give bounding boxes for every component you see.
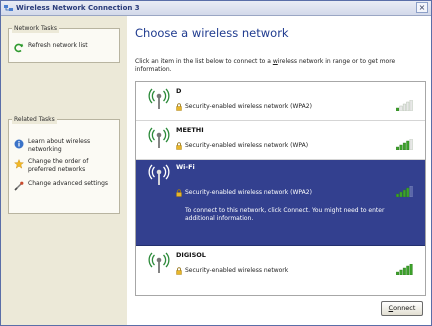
signal-bar — [399, 191, 403, 197]
refresh-network-list-task[interactable]: Refresh network list — [14, 42, 118, 53]
wireless-network-window: Wireless Network Connection 3 × Network … — [0, 0, 432, 326]
close-button[interactable]: × — [416, 2, 428, 13]
learn-wireless-label: Learn about wireless networking — [28, 138, 91, 153]
connect-label: onnect — [393, 304, 416, 312]
network-item[interactable]: DIGISOL Security-enabled wireless network — [136, 246, 425, 295]
signal-bar — [402, 189, 406, 197]
network-ssid: Wi-Fi — [176, 163, 195, 171]
lock-icon — [176, 267, 182, 275]
network-ssid: MEETHI — [176, 126, 204, 134]
network-security: Security-enabled wireless network (WPA2) — [185, 103, 312, 110]
related-tasks-group: Related Tasks Learn about wireless netwo… — [8, 115, 120, 214]
connect-instruction: To connect to this network, click Connec… — [185, 207, 385, 222]
network-item[interactable]: D Security-enabled wireless network (WPA2… — [136, 82, 425, 121]
signal-strength-icon — [396, 264, 413, 275]
signal-bar — [409, 100, 413, 111]
signal-bar — [406, 101, 410, 111]
change-order-label: Change the order of preferred networks — [28, 158, 89, 173]
close-icon: × — [418, 3, 426, 12]
network-tasks-group: Network Tasks Refresh network list — [8, 24, 120, 63]
wireless-antenna-icon — [148, 127, 170, 148]
signal-bar — [406, 140, 410, 150]
signal-strength-icon — [396, 139, 413, 150]
info-icon — [14, 139, 24, 149]
instruction-pre: Click an item in the list below to conne… — [135, 58, 273, 65]
signal-strength-icon — [396, 186, 413, 197]
lock-icon — [176, 103, 182, 111]
signal-bar — [396, 107, 400, 111]
title-bar[interactable]: Wireless Network Connection 3 × — [1, 1, 431, 16]
signal-bar — [402, 267, 406, 275]
network-item[interactable]: MEETHI Security-enabled wireless network … — [136, 121, 425, 160]
settings-icon — [14, 181, 24, 191]
network-security: Security-enabled wireless network (WPA2) — [185, 189, 312, 196]
signal-bar — [406, 187, 410, 197]
wireless-antenna-icon — [148, 164, 170, 185]
learn-wireless-task[interactable]: Learn about wireless networking — [14, 138, 118, 154]
change-advanced-task[interactable]: Change advanced settings — [14, 180, 118, 191]
connect-button[interactable]: Connect — [381, 301, 423, 316]
wireless-antenna-icon — [148, 88, 170, 109]
signal-bar — [399, 144, 403, 150]
related-tasks-title: Related Tasks — [12, 115, 57, 124]
signal-bar — [396, 271, 400, 275]
task-pane: Network Tasks Refresh network list Relat… — [1, 16, 127, 325]
signal-bar — [396, 193, 400, 197]
network-tasks-title: Network Tasks — [12, 24, 60, 33]
signal-bar — [406, 265, 410, 275]
lock-icon — [176, 142, 182, 150]
network-ssid: DIGISOL — [176, 251, 206, 259]
page-title: Choose a wireless network — [135, 26, 289, 40]
signal-bar — [409, 139, 413, 150]
network-security: Security-enabled wireless network — [185, 267, 289, 274]
change-order-task[interactable]: Change the order of preferred networks — [14, 158, 118, 174]
instruction-text: Click an item in the list below to conne… — [135, 58, 425, 74]
network-item[interactable]: Wi-Fi Security-enabled wireless network (… — [136, 160, 425, 246]
network-ssid: D — [176, 87, 182, 95]
network-security: Security-enabled wireless network (WPA) — [185, 142, 309, 149]
wireless-antenna-icon — [148, 252, 170, 273]
refresh-network-list-label: Refresh network list — [28, 42, 88, 49]
main-content: Choose a wireless network Click an item … — [127, 16, 431, 325]
window-title: Wireless Network Connection 3 — [16, 4, 140, 12]
signal-bar — [399, 269, 403, 275]
signal-bar — [396, 146, 400, 150]
signal-strength-icon — [396, 100, 413, 111]
signal-bar — [409, 186, 413, 197]
network-icon — [4, 5, 13, 11]
signal-bar — [402, 103, 406, 111]
signal-bar — [402, 142, 406, 150]
lock-icon — [176, 189, 182, 197]
refresh-icon — [14, 43, 24, 53]
network-list[interactable]: D Security-enabled wireless network (WPA2… — [135, 81, 426, 296]
signal-bar — [399, 105, 403, 111]
change-advanced-label: Change advanced settings — [28, 180, 109, 187]
signal-bar — [409, 264, 413, 275]
star-icon — [14, 159, 24, 169]
